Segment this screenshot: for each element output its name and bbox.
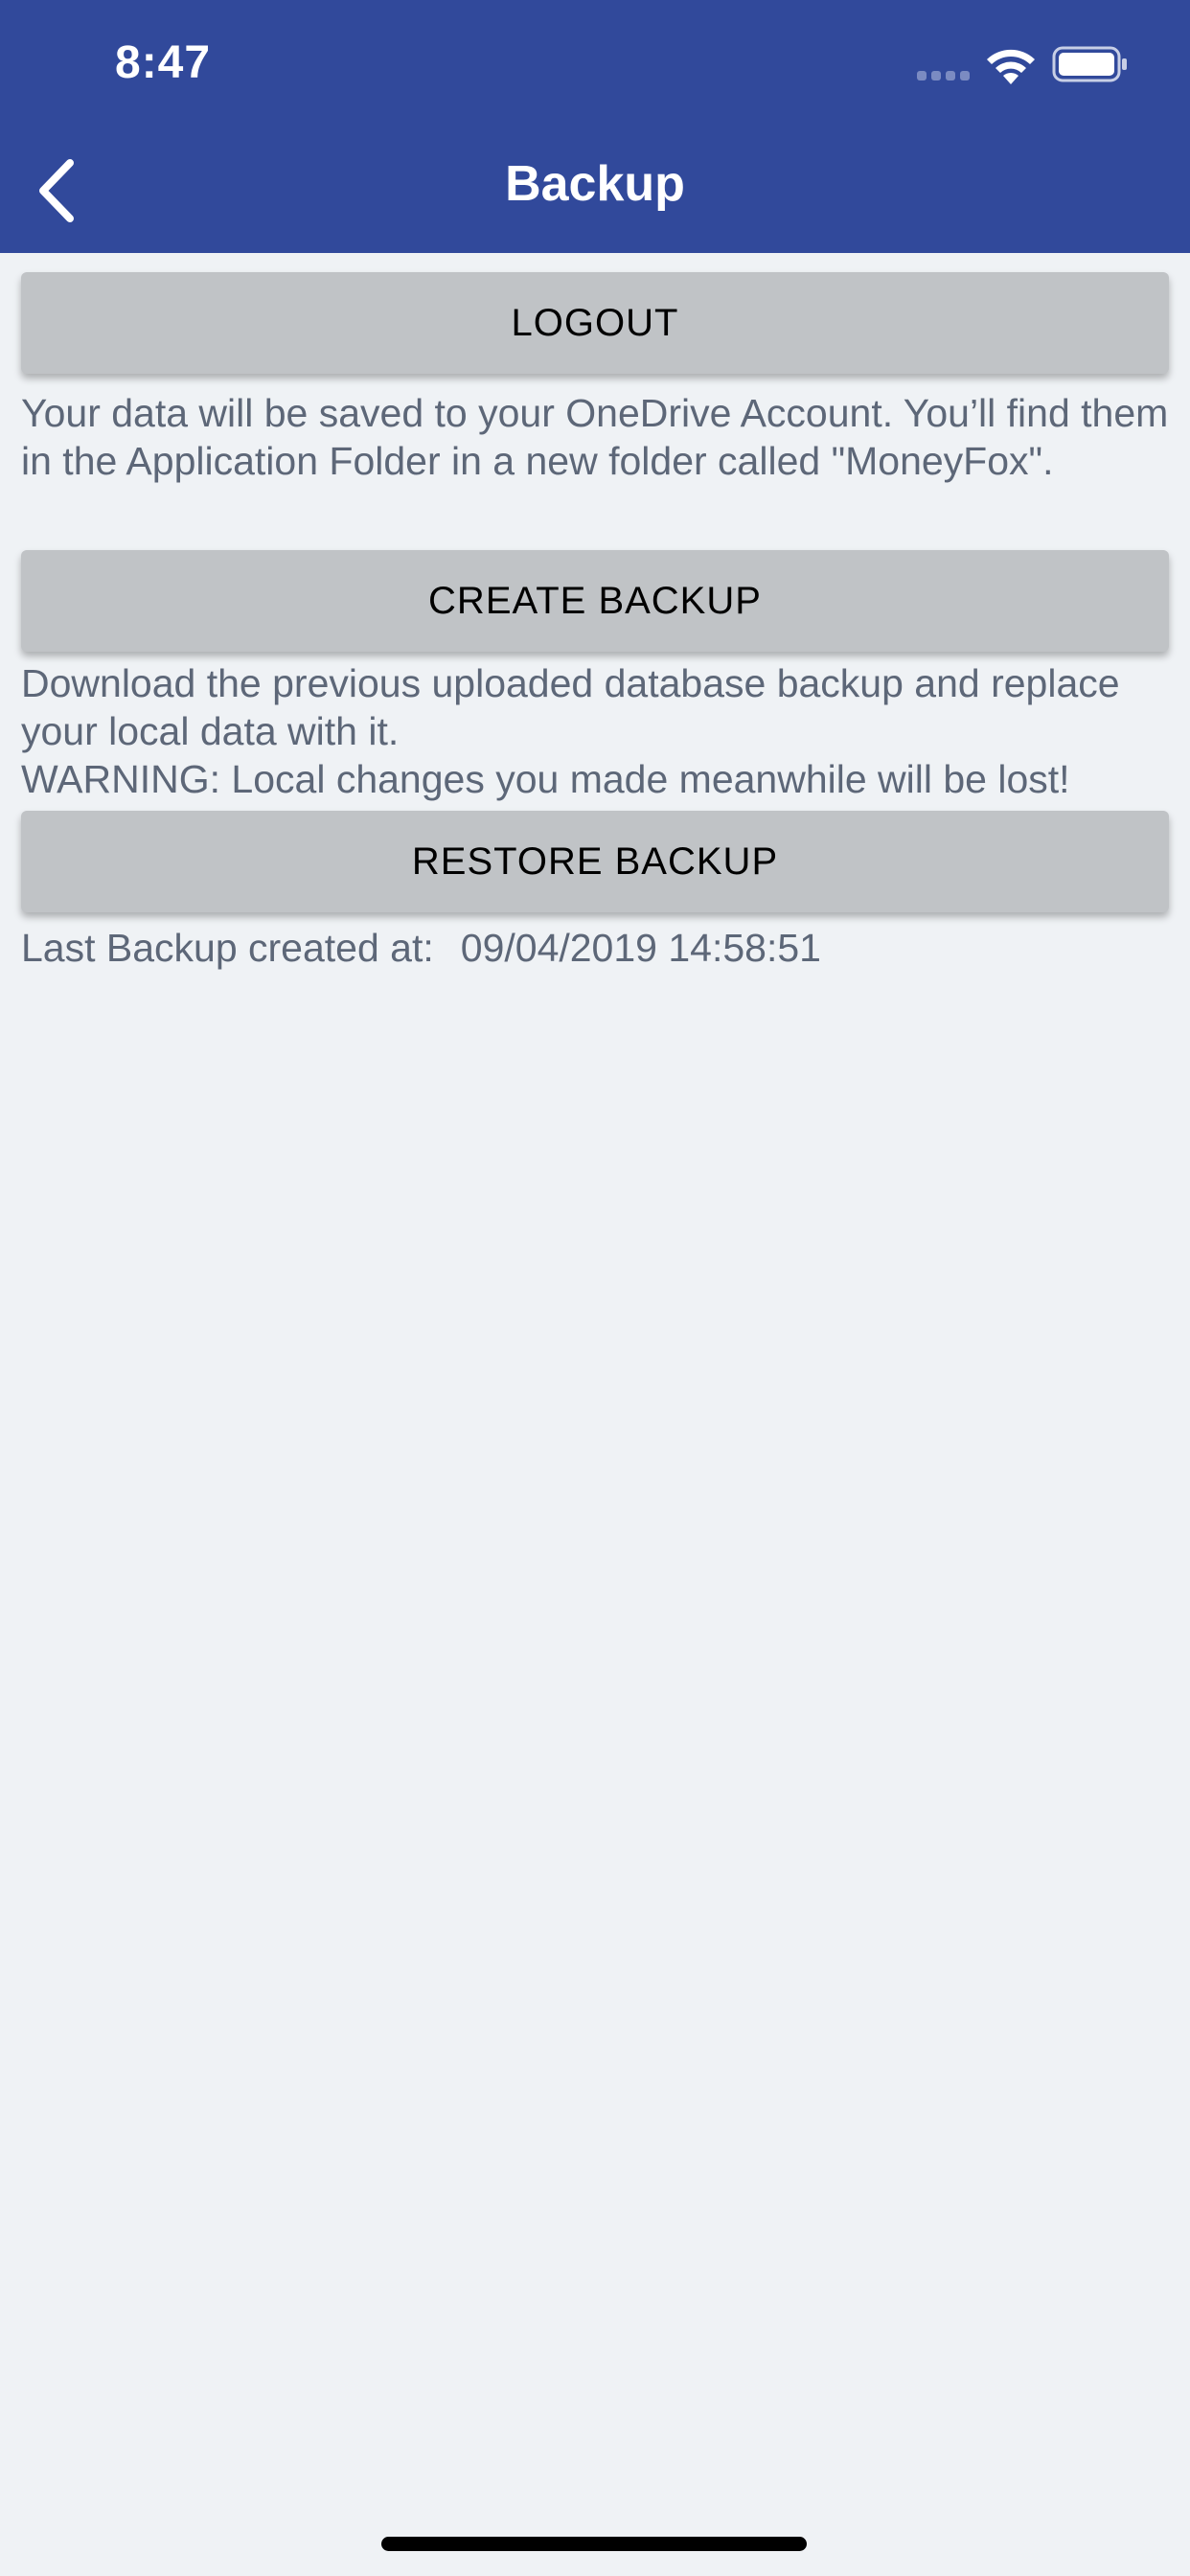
backup-content: LOGOUT Your data will be saved to your O… [21, 272, 1169, 972]
logout-button[interactable]: LOGOUT [21, 272, 1169, 374]
signal-icon [917, 71, 970, 80]
battery-icon [1052, 46, 1127, 82]
create-backup-button[interactable]: CREATE BACKUP [21, 550, 1169, 652]
wifi-icon [987, 49, 1035, 84]
restore-info-text: Download the previous uploaded database … [21, 661, 1120, 753]
restore-warning-text: WARNING: Local changes you made meanwhil… [21, 757, 1070, 801]
last-backup-value: 09/04/2019 14:58:51 [460, 926, 821, 970]
home-indicator [381, 2537, 807, 2551]
status-time: 8:47 [115, 37, 212, 88]
last-backup-row: Last Backup created at: 09/04/2019 14:58:… [21, 924, 1169, 972]
onedrive-info-text: Your data will be saved to your OneDrive… [21, 391, 1169, 483]
page-title: Backup [505, 156, 685, 212]
last-backup-label: Last Backup created at: [21, 926, 434, 970]
restore-backup-button[interactable]: RESTORE BACKUP [21, 811, 1169, 912]
app-header: 8:47 Backup [0, 0, 1190, 253]
restore-info: Download the previous uploaded database … [21, 659, 1169, 803]
